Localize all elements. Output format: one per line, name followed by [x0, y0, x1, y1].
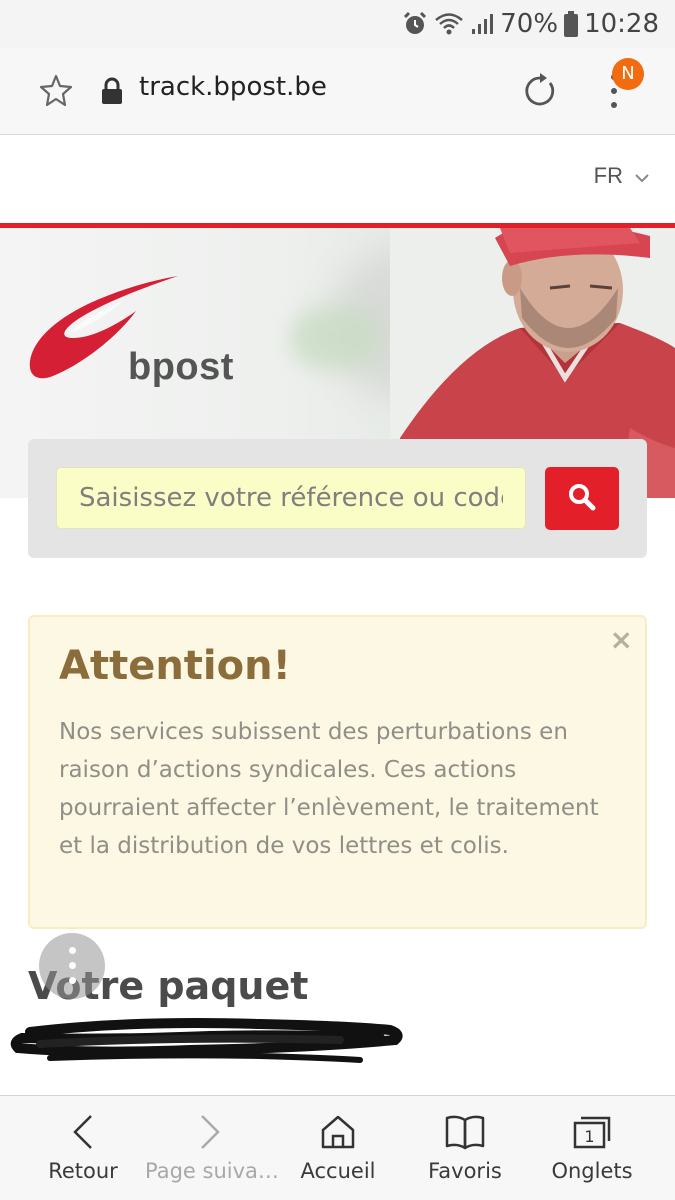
alert-message: Nos services subissent des perturbations… — [59, 719, 599, 859]
signal-icon — [470, 12, 494, 36]
clock: 10:28 — [584, 9, 659, 39]
alert-close-button[interactable]: × — [610, 623, 633, 656]
fab-dot — [69, 977, 76, 984]
fab-dot — [69, 962, 76, 969]
alert-title: Attention! — [59, 643, 291, 689]
fab-dot — [69, 947, 76, 954]
battery-percent: 70% — [500, 9, 559, 39]
chevron-down-icon — [635, 163, 649, 189]
language-row: FR — [0, 135, 675, 223]
background-blur — [290, 308, 380, 368]
nav-forward-button[interactable]: Page suiva… — [145, 1096, 279, 1200]
nav-tabs-label: Onglets — [551, 1159, 633, 1183]
chevron-left-icon — [73, 1115, 92, 1149]
chevron-right-icon — [201, 1115, 220, 1149]
book-icon — [445, 1115, 485, 1150]
kebab-dot — [611, 88, 617, 94]
nav-bookmarks-button[interactable]: Favoris — [400, 1096, 530, 1200]
browser-bottom-nav: Retour Page suiva… Accueil Favoris 1 Ong… — [0, 1095, 675, 1200]
nav-home-label: Accueil — [300, 1159, 376, 1183]
wifi-icon — [434, 12, 464, 36]
nav-back-button[interactable]: Retour — [18, 1096, 148, 1200]
nav-forward-label: Page suiva… — [145, 1159, 279, 1183]
nav-bookmarks-label: Favoris — [428, 1159, 502, 1183]
tracking-search-input[interactable] — [56, 467, 526, 529]
nav-back-label: Retour — [48, 1159, 118, 1183]
phone-screen: 70% 10:28 track.bpost.be N FR bpost Sais… — [0, 0, 675, 1200]
nav-tabs-button[interactable]: 1 Onglets — [527, 1096, 657, 1200]
floating-menu-button[interactable] — [39, 933, 105, 999]
alarm-icon — [402, 11, 428, 37]
notification-badge: N — [612, 58, 644, 90]
tabs-icon: 1 — [573, 1116, 611, 1149]
kebab-dot — [611, 102, 617, 108]
home-icon — [321, 1115, 355, 1149]
attention-alert: × Attention! Nos services subissent des … — [28, 615, 647, 929]
tab-count: 1 — [584, 1127, 594, 1146]
search-button[interactable] — [545, 467, 619, 530]
lock-icon — [100, 77, 124, 109]
url-field[interactable]: track.bpost.be — [139, 72, 327, 102]
language-label: FR — [593, 163, 623, 188]
reload-icon[interactable] — [522, 73, 558, 113]
redacted-tracking-number — [10, 1018, 403, 1063]
search-panel — [28, 439, 647, 558]
browser-address-bar: track.bpost.be — [0, 48, 675, 135]
status-bar: 70% 10:28 — [0, 0, 675, 48]
brand-wordmark: bpost — [128, 346, 234, 388]
language-selector[interactable]: FR — [594, 163, 649, 189]
search-icon — [568, 483, 596, 514]
status-icons: 70% 10:28 — [402, 6, 659, 42]
battery-icon — [564, 11, 579, 37]
bookmark-star-icon[interactable] — [38, 73, 74, 113]
nav-home-button[interactable]: Accueil — [273, 1096, 403, 1200]
